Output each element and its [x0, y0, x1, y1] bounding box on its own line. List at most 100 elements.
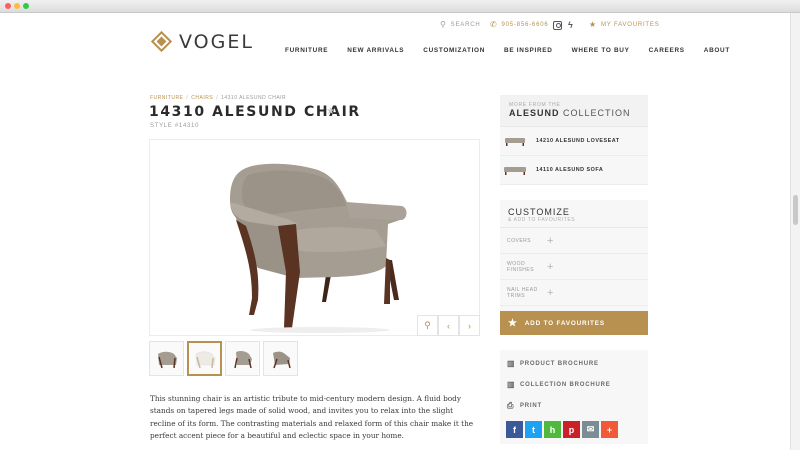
- download-label: PRINT: [520, 402, 542, 409]
- email-icon: ✉: [586, 424, 595, 434]
- customize-panel: CUSTOMIZE & ADD TO FAVOURITES COVERS + W…: [500, 200, 648, 312]
- printer-icon: ⎙: [507, 400, 515, 410]
- add-to-favourites-label: ADD TO FAVOURITES: [524, 319, 605, 327]
- collection-name: ALESUND: [509, 108, 560, 118]
- more-share-icon: +: [606, 424, 613, 435]
- brand-logo[interactable]: VOGEL: [150, 30, 254, 53]
- sofa-thumbnail: [504, 166, 526, 175]
- nav-be-inspired[interactable]: BE INSPIRED: [504, 47, 553, 54]
- chevron-right-icon: ›: [468, 320, 471, 331]
- next-image-button[interactable]: ›: [459, 315, 480, 336]
- product-description: This stunning chair is an artistic tribu…: [150, 394, 474, 441]
- nav-about[interactable]: ABOUT: [704, 47, 730, 54]
- style-number: STYLE #14310: [150, 123, 199, 129]
- pinterest-icon: p: [568, 424, 575, 435]
- thumbnail-3[interactable]: [225, 341, 260, 376]
- maximize-window-button[interactable]: [23, 3, 29, 9]
- email-share-button[interactable]: ✉: [582, 421, 599, 438]
- scrollbar-thumb[interactable]: [793, 195, 798, 225]
- style-value: #14310: [174, 123, 200, 129]
- minimize-window-button[interactable]: [14, 3, 20, 9]
- favourites-label: MY FAVOURITES: [600, 21, 660, 28]
- instagram-icon[interactable]: [553, 20, 562, 30]
- collection-item-sofa[interactable]: 14110 ALESUND SOFA: [500, 156, 648, 185]
- houzz-icon: h: [549, 424, 556, 435]
- collection-item-label: 14110 ALESUND SOFA: [536, 167, 604, 173]
- download-label: PRODUCT BROCHURE: [520, 360, 599, 367]
- option-label-line2: TRIMS: [507, 292, 526, 299]
- nav-careers[interactable]: CAREERS: [649, 47, 685, 54]
- facebook-icon: f: [513, 424, 516, 435]
- book-icon: ▥: [507, 380, 516, 389]
- main-nav: FURNITURE NEW ARRIVALS CUSTOMIZATION BE …: [285, 47, 730, 54]
- option-label-line2: FINISHES: [507, 266, 535, 273]
- nav-furniture[interactable]: FURNITURE: [285, 47, 328, 54]
- favourite-star-icon[interactable]: ★: [326, 106, 335, 117]
- loveseat-thumbnail: [505, 137, 525, 146]
- customize-covers[interactable]: COVERS +: [500, 228, 648, 254]
- image-thumbnails: [149, 341, 301, 376]
- nav-new-arrivals[interactable]: NEW ARRIVALS: [347, 47, 404, 54]
- collection-item-label: 14210 ALESUND LOVESEAT: [536, 138, 620, 144]
- breadcrumb-current: 14310 ALESUND CHAIR: [221, 95, 287, 101]
- previous-image-button[interactable]: ‹: [438, 315, 459, 336]
- my-favourites-link[interactable]: ★ MY FAVOURITES: [589, 20, 660, 29]
- twitter-share-button[interactable]: t: [525, 421, 542, 438]
- page-scrollbar[interactable]: [790, 13, 800, 450]
- zoom-button[interactable]: ⚲: [417, 315, 438, 336]
- armchair-image: [230, 163, 407, 333]
- brand-name: VOGEL: [179, 31, 254, 53]
- thumbnail-2[interactable]: [187, 341, 222, 376]
- collection-brochure-link[interactable]: ▥ COLLECTION BROCHURE: [500, 374, 648, 395]
- collection-title: ALESUND COLLECTION: [509, 108, 639, 118]
- customize-nail-head-trims[interactable]: NAIL HEAD TRIMS +: [500, 280, 648, 306]
- product-image-viewer[interactable]: ⚲ ‹ ›: [149, 139, 480, 336]
- close-window-button[interactable]: [5, 3, 11, 9]
- star-icon: ★: [589, 20, 597, 29]
- pinterest-share-button[interactable]: p: [563, 421, 580, 438]
- collection-item-loveseat[interactable]: 14210 ALESUND LOVESEAT: [500, 127, 648, 156]
- thumbnail-4[interactable]: [263, 341, 298, 376]
- search-link[interactable]: ⚲ SEARCH: [440, 20, 480, 29]
- phone-link[interactable]: ✆ 905-856-6606: [490, 20, 548, 29]
- more-share-button[interactable]: +: [601, 421, 618, 438]
- product-brochure-link[interactable]: ▥ PRODUCT BROCHURE: [500, 353, 648, 374]
- breadcrumb: FURNITURE / CHAIRS/14310 ALESUND CHAIR: [150, 95, 287, 101]
- collection-panel: MORE FROM THE ALESUND COLLECTION 14210 A…: [500, 95, 648, 185]
- zoom-icon: ⚲: [424, 320, 431, 330]
- social-links: ϟ: [553, 20, 574, 30]
- phone-number: 905-856-6606: [501, 21, 549, 28]
- logo-diamond-icon: [150, 30, 173, 53]
- browser-titlebar: [0, 0, 800, 13]
- download-label: COLLECTION BROCHURE: [520, 381, 611, 388]
- customize-title: CUSTOMIZE: [508, 207, 570, 217]
- houzz-header-icon[interactable]: ϟ: [568, 20, 574, 30]
- nav-where-to-buy[interactable]: WHERE TO BUY: [572, 47, 630, 54]
- breadcrumb-chairs[interactable]: CHAIRS: [191, 95, 213, 101]
- plus-icon[interactable]: +: [547, 261, 554, 272]
- houzz-share-button[interactable]: h: [544, 421, 561, 438]
- style-label: STYLE: [150, 123, 173, 129]
- facebook-share-button[interactable]: f: [506, 421, 523, 438]
- breadcrumb-furniture[interactable]: FURNITURE: [150, 95, 183, 101]
- star-icon: ★: [508, 317, 518, 329]
- collection-header: MORE FROM THE ALESUND COLLECTION: [500, 95, 648, 127]
- print-link[interactable]: ⎙ PRINT: [500, 395, 648, 416]
- chevron-left-icon: ‹: [447, 320, 450, 331]
- customize-wood-finishes[interactable]: WOOD FINISHES +: [500, 254, 648, 280]
- plus-icon[interactable]: +: [547, 287, 554, 298]
- thumbnail-1[interactable]: [149, 341, 184, 376]
- nav-customization[interactable]: CUSTOMIZATION: [423, 47, 485, 54]
- plus-icon[interactable]: +: [547, 235, 554, 246]
- twitter-icon: t: [532, 424, 535, 435]
- search-icon: ⚲: [440, 20, 447, 29]
- add-to-favourites-button[interactable]: ★ ADD TO FAVOURITES: [500, 311, 648, 335]
- customize-subtitle: & ADD TO FAVOURITES: [508, 217, 576, 223]
- option-label: COVERS: [507, 237, 532, 244]
- share-buttons: f t h p ✉ +: [506, 421, 620, 438]
- collection-suffix: COLLECTION: [563, 108, 631, 118]
- customize-header: CUSTOMIZE & ADD TO FAVOURITES: [500, 200, 648, 228]
- phone-icon: ✆: [490, 20, 498, 29]
- search-label: SEARCH: [450, 21, 481, 28]
- book-icon: ▥: [507, 359, 516, 368]
